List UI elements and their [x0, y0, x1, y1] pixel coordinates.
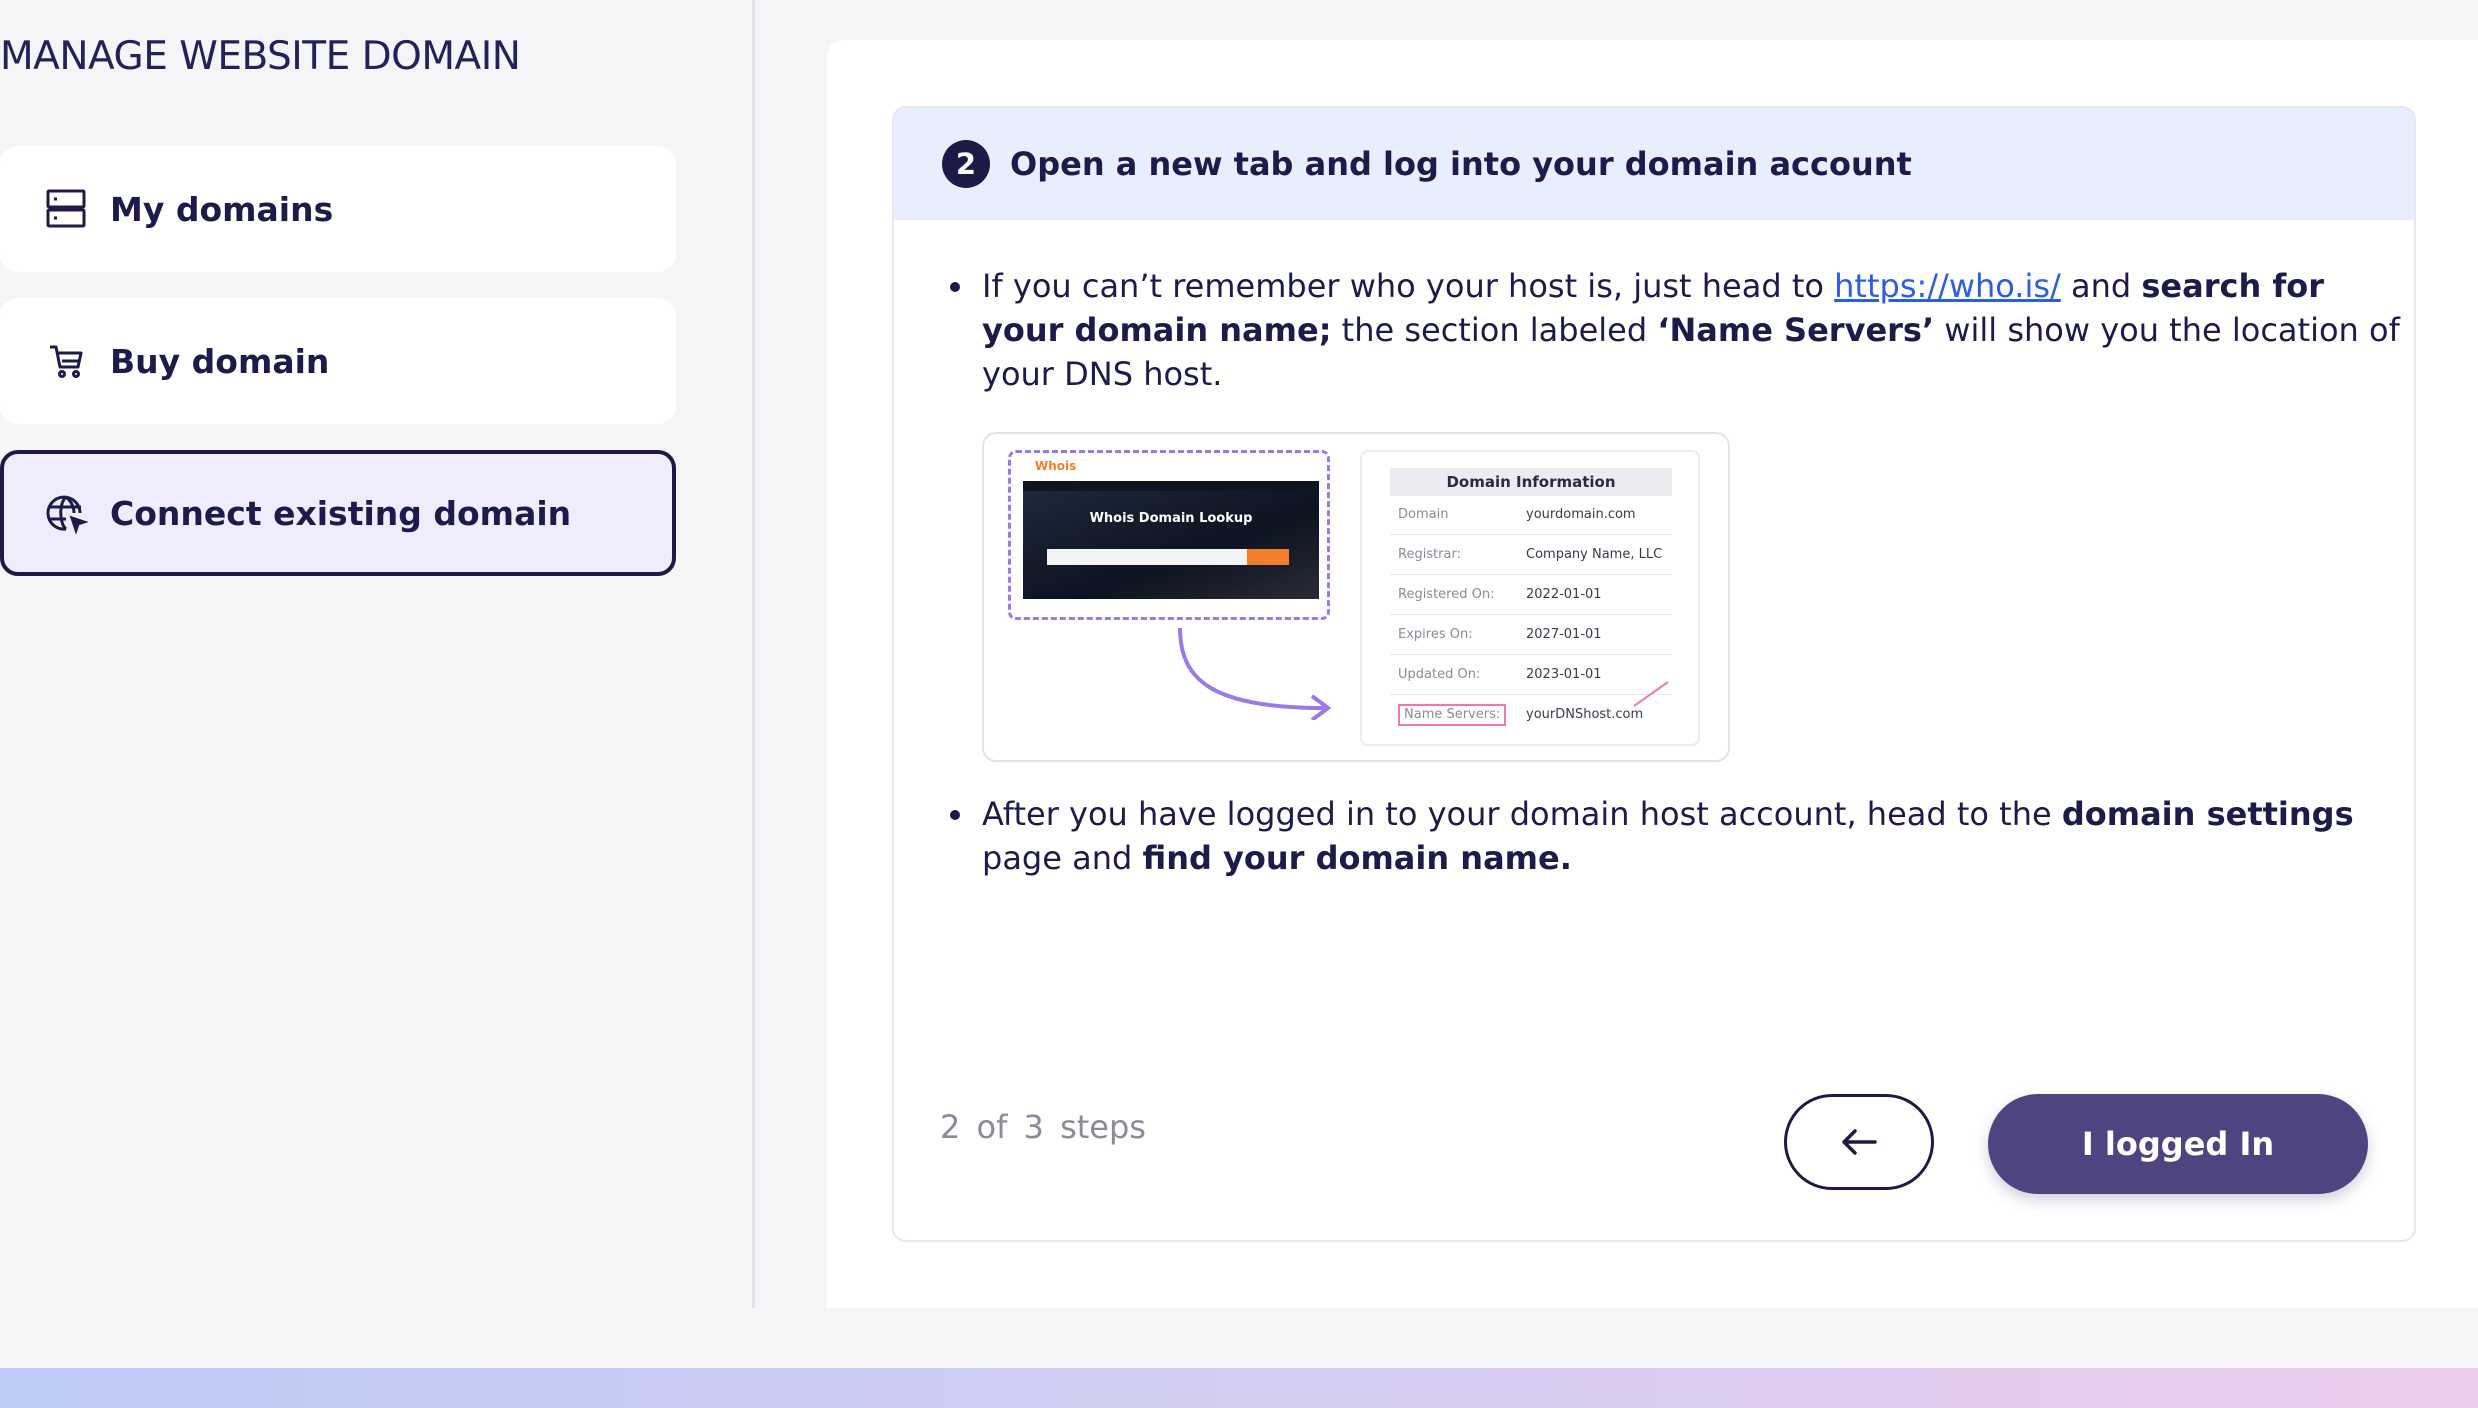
bottom-gradient-bar [0, 1368, 2478, 1408]
sidebar-item-my-domains[interactable]: My domains [0, 146, 676, 272]
text: and [2060, 267, 2142, 305]
text: After you have logged in to your domain … [982, 795, 2062, 833]
server-icon [42, 185, 90, 233]
text: page and [982, 839, 1143, 877]
name-servers-highlight: Name Servers: [1398, 704, 1507, 726]
cart-icon [42, 337, 90, 385]
info-key: Registrar: [1398, 547, 1461, 562]
back-button[interactable] [1784, 1094, 1934, 1190]
info-key: Domain [1398, 507, 1449, 522]
page-title: MANAGE WEBSITE DOMAIN [0, 34, 521, 79]
step-header: 2 Open a new tab and log into your domai… [894, 108, 2414, 220]
sidebar-item-label: Buy domain [110, 341, 330, 381]
info-value: yourdomain.com [1526, 507, 1636, 522]
info-key: Registered On: [1398, 587, 1495, 602]
sidebar-item-label: Connect existing domain [110, 493, 572, 533]
info-key-wrapper: Name Servers: [1398, 696, 1507, 734]
info-value: yourDNShost.com [1526, 707, 1644, 722]
step-number-badge: 2 [942, 140, 990, 188]
info-row: Domain yourdomain.com [1390, 496, 1672, 535]
sidebar-item-buy-domain[interactable]: Buy domain [0, 298, 676, 424]
logged-in-button[interactable]: I logged In [1988, 1094, 2368, 1194]
info-row: Registrar: Company Name, LLC [1390, 536, 1672, 575]
info-key: Expires On: [1398, 627, 1473, 642]
step-title: Open a new tab and log into your domain … [1010, 145, 1912, 183]
info-row: Expires On: 2027-01-01 [1390, 616, 1672, 655]
info-row: Registered On: 2022-01-01 [1390, 576, 1672, 615]
info-value: 2022-01-01 [1526, 587, 1602, 602]
domain-info-card: Domain Information Domain yourdomain.com … [1360, 450, 1700, 746]
domain-info-title: Domain Information [1390, 468, 1672, 496]
whois-illustration: Whois Whois Domain Lookup Domain Informa… [982, 432, 1730, 762]
whois-link[interactable]: https://who.is/ [1834, 267, 2061, 305]
info-value: 2023-01-01 [1526, 667, 1602, 682]
whois-logo: Whois [1035, 459, 1077, 473]
emphasis: domain settings [2061, 795, 2354, 833]
instruction-item: After you have logged in to your domain … [950, 792, 2402, 880]
globe-cursor-icon [42, 489, 90, 537]
step-progress: 2 of 3 steps [940, 1108, 1146, 1146]
text: the section labeled [1331, 311, 1658, 349]
pointer-stroke-icon [1633, 681, 1669, 707]
whois-search-field [1047, 549, 1247, 565]
whois-menu-bar [1023, 481, 1319, 491]
info-value: 2027-01-01 [1526, 627, 1602, 642]
instructions-list-continued: After you have logged in to your domain … [946, 792, 2402, 880]
text: If you can’t remember who your host is, … [982, 267, 1835, 305]
sidebar-item-connect-existing-domain[interactable]: Connect existing domain [0, 450, 676, 576]
instruction-item: If you can’t remember who your host is, … [950, 264, 2402, 396]
whois-search-button [1247, 549, 1289, 565]
sidebar: MANAGE WEBSITE DOMAIN My domains Buy dom… [0, 0, 755, 1308]
whois-screenshot: Whois Whois Domain Lookup [1008, 450, 1330, 620]
sidebar-item-label: My domains [110, 189, 334, 229]
emphasis: find your domain name. [1142, 839, 1572, 877]
whois-hero: Whois Domain Lookup [1023, 481, 1319, 599]
whois-title: Whois Domain Lookup [1089, 511, 1253, 526]
emphasis: ‘Name Servers’ [1657, 311, 1935, 349]
arrow-left-icon [1842, 1129, 1877, 1155]
info-key: Updated On: [1398, 667, 1481, 682]
instructions-list: If you can’t remember who your host is, … [946, 264, 2402, 396]
step-card: 2 Open a new tab and log into your domai… [892, 106, 2416, 1242]
info-value: Company Name, LLC [1526, 547, 1663, 562]
curved-arrow-icon [1178, 627, 1332, 720]
